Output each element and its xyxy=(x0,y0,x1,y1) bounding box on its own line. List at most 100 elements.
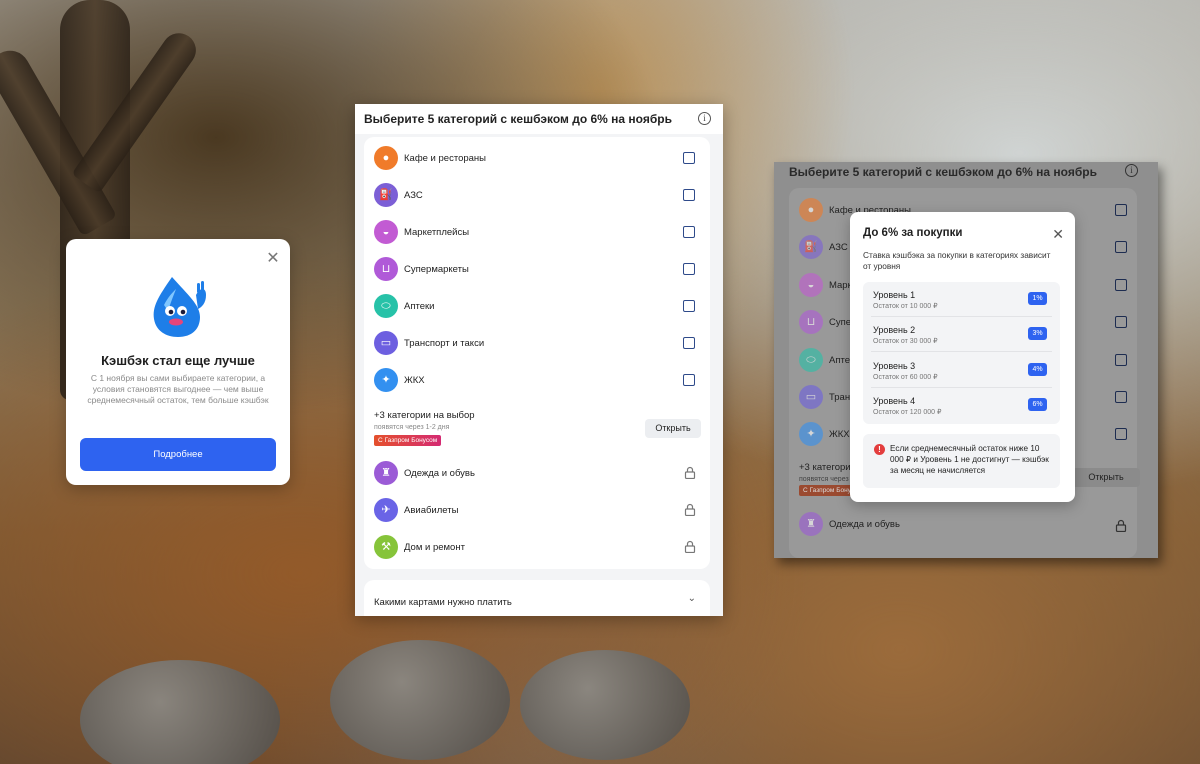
extra-categories-block: +3 категории на выбор появятся через 1-2… xyxy=(364,405,710,453)
hammer-icon: ⚒ xyxy=(374,535,398,559)
category-checkbox[interactable] xyxy=(683,189,695,201)
level-row: Уровень 4 Остаток от 120 000 ₽ 6% xyxy=(863,388,1060,423)
category-label: Кафе и рестораны xyxy=(404,153,486,164)
lock-icon xyxy=(684,466,696,479)
lock-icon xyxy=(1115,519,1127,532)
panel-title: Выберите 5 категорий с кешбэком до 6% на… xyxy=(364,112,672,126)
cashback-levels-modal: До 6% за покупки ✕ Ставка кэшбэка за пок… xyxy=(850,212,1075,502)
more-details-button[interactable]: Подробнее xyxy=(80,438,276,471)
level-percent-badge: 1% xyxy=(1028,292,1047,305)
category-label: ЖКХ xyxy=(829,429,850,440)
background-rock xyxy=(520,650,690,760)
gas-station-icon: ⛽ xyxy=(374,183,398,207)
extra-subtitle: появятся через xyxy=(799,476,849,483)
category-row-pharmacy[interactable]: ⬭ Аптеки xyxy=(364,287,710,324)
category-label: АЗС xyxy=(404,190,423,201)
background-rock xyxy=(330,640,510,760)
warning-text: Если среднемесячный остаток ниже 10 000 … xyxy=(890,444,1049,475)
level-rest: Остаток от 120 000 ₽ xyxy=(873,409,942,416)
clothes-icon: ♜ xyxy=(799,512,823,536)
bus-icon: ▭ xyxy=(374,331,398,355)
category-checkbox[interactable] xyxy=(683,374,695,386)
close-icon[interactable]: ✕ xyxy=(1052,226,1064,243)
utilities-icon: ✦ xyxy=(374,368,398,392)
level-percent-badge: 3% xyxy=(1028,327,1047,340)
extra-subtitle: появятся через 1-2 дня xyxy=(374,424,450,431)
levels-list: Уровень 1 Остаток от 10 000 ₽ 1% Уровень… xyxy=(863,282,1060,424)
warning-icon: ! xyxy=(874,444,885,455)
category-row-marketplaces[interactable]: ◒ Маркетплейсы xyxy=(364,213,710,250)
level-name: Уровень 3 xyxy=(873,361,916,371)
modal-description: Ставка кэшбэка за покупки в категориях з… xyxy=(863,250,1051,271)
mascot-drop-icon xyxy=(153,277,206,337)
panel-header: Выберите 5 категорий с кешбэком до 6% на… xyxy=(355,104,723,134)
category-checkbox[interactable] xyxy=(683,152,695,164)
category-checkbox xyxy=(1115,391,1127,403)
locked-row-clothes: ♜ Одежда и обувь xyxy=(364,454,710,491)
background-rock xyxy=(80,660,280,764)
promo-title: Кэшбэк стал еще лучше xyxy=(101,353,255,368)
extra-title: +3 категори xyxy=(799,462,851,473)
locked-row-flights: ✈ Авиабилеты xyxy=(364,491,710,528)
category-label: Марк xyxy=(829,280,852,291)
level-name: Уровень 2 xyxy=(873,325,916,335)
basket-icon: ◒ xyxy=(374,220,398,244)
promo-text: С 1 ноября вы сами выбираете категории, … xyxy=(87,373,269,405)
pills-icon: ⬭ xyxy=(374,294,398,318)
cart-icon: ⊔ xyxy=(374,257,398,281)
category-row-utilities[interactable]: ✦ ЖКХ xyxy=(364,361,710,398)
category-row-cafe[interactable]: ● Кафе и рестораны xyxy=(364,139,710,176)
level-rest: Остаток от 60 000 ₽ xyxy=(873,374,938,381)
level-percent-badge: 4% xyxy=(1028,363,1047,376)
category-checkbox xyxy=(1115,241,1127,253)
category-label: Дом и ремонт xyxy=(404,542,465,553)
cards-question-label: Какими картами нужно платить xyxy=(374,597,512,608)
category-checkbox[interactable] xyxy=(683,263,695,275)
utilities-icon: ✦ xyxy=(799,422,823,446)
category-checkbox[interactable] xyxy=(683,226,695,238)
cart-icon: ⊔ xyxy=(799,310,823,334)
level-row: Уровень 2 Остаток от 30 000 ₽ 3% xyxy=(863,317,1060,352)
category-selection-panel: Выберите 5 категорий с кешбэком до 6% на… xyxy=(355,104,723,616)
category-row-supermarkets[interactable]: ⊔ Супермаркеты xyxy=(364,250,710,287)
clothes-icon: ♜ xyxy=(374,461,398,485)
category-label: ЖКХ xyxy=(404,375,425,386)
info-icon[interactable]: i xyxy=(698,112,711,125)
open-button: Открыть xyxy=(1072,468,1140,487)
category-checkbox xyxy=(1115,204,1127,216)
plane-icon: ✈ xyxy=(374,498,398,522)
level-rest: Остаток от 30 000 ₽ xyxy=(873,338,938,345)
cafe-icon: ● xyxy=(374,146,398,170)
bus-icon: ▭ xyxy=(799,385,823,409)
category-label: Супермаркеты xyxy=(404,264,469,275)
gazprom-bonus-badge: С Газпром Бону xyxy=(799,485,855,496)
extra-title: +3 категории на выбор xyxy=(374,410,475,421)
cards-question-accordion[interactable]: Какими картами нужно платить ⌄ xyxy=(364,580,710,616)
warning-block: ! Если среднемесячный остаток ниже 10 00… xyxy=(863,434,1060,488)
close-icon[interactable]: ✕ xyxy=(266,251,280,267)
category-checkbox xyxy=(1115,354,1127,366)
gas-station-icon: ⛽ xyxy=(799,235,823,259)
category-label: Одежда и обувь xyxy=(829,519,900,530)
chevron-down-icon[interactable]: ⌄ xyxy=(688,593,696,604)
level-name: Уровень 1 xyxy=(873,290,916,300)
pills-icon: ⬭ xyxy=(799,348,823,372)
category-row-gas[interactable]: ⛽ АЗС xyxy=(364,176,710,213)
category-checkbox xyxy=(1115,279,1127,291)
category-label: Апте xyxy=(829,355,851,366)
open-button[interactable]: Открыть xyxy=(645,419,701,438)
level-percent-badge: 6% xyxy=(1028,398,1047,411)
locked-row-home: ⚒ Дом и ремонт xyxy=(364,528,710,565)
level-name: Уровень 4 xyxy=(873,396,916,406)
category-label: Одежда и обувь xyxy=(404,468,475,479)
category-label: Транспорт и такси xyxy=(404,338,485,349)
cafe-icon: ● xyxy=(799,198,823,222)
gazprom-bonus-badge: С Газпром Бонусом xyxy=(374,435,442,446)
category-label: Тран xyxy=(829,392,851,403)
category-row-transport[interactable]: ▭ Транспорт и такси xyxy=(364,324,710,361)
basket-icon: ◒ xyxy=(799,273,823,297)
category-label: Маркетплейсы xyxy=(404,227,470,238)
category-checkbox[interactable] xyxy=(683,337,695,349)
category-checkbox[interactable] xyxy=(683,300,695,312)
locked-row: ♜ Одежда и обувь xyxy=(789,507,1137,544)
